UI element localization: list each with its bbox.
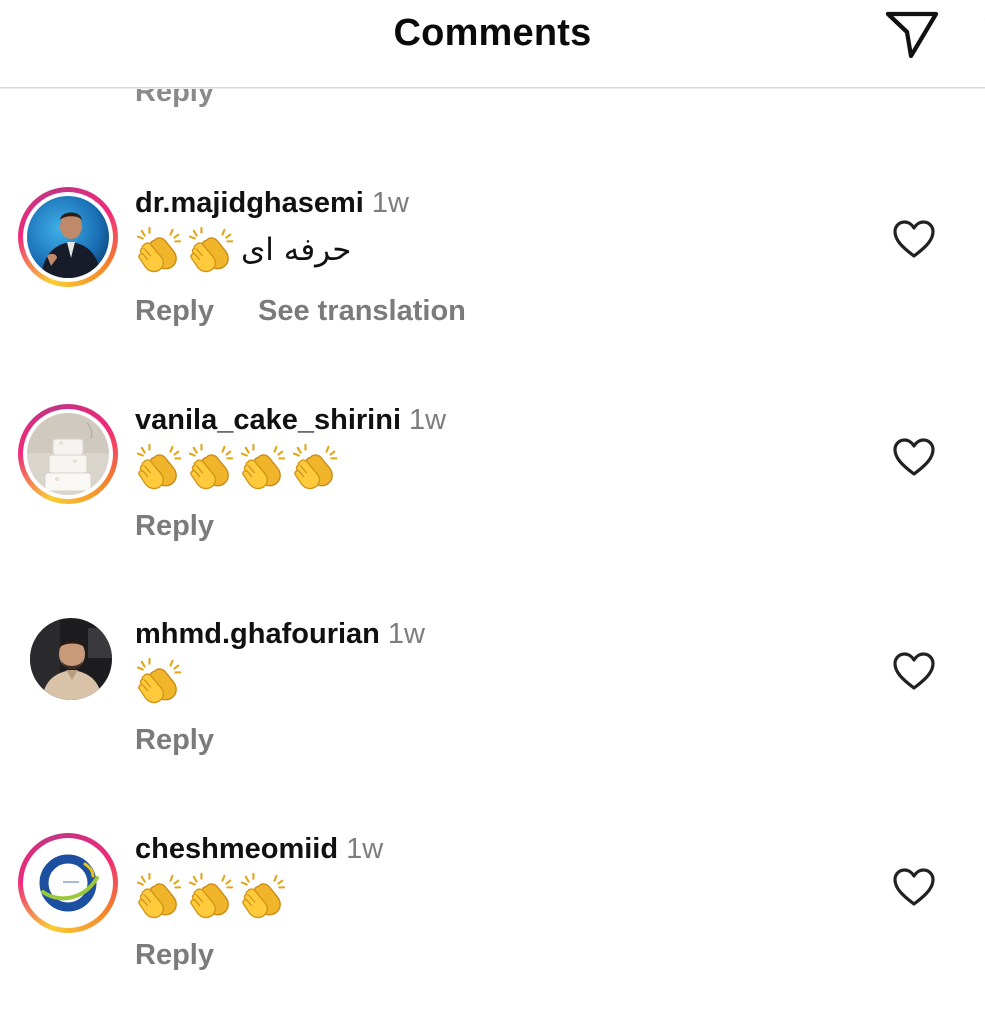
clapping-hands-emoji: [292, 444, 338, 490]
comment-header: dr.majidghasemi 1w: [135, 187, 409, 220]
heart-outline-icon: [893, 438, 935, 476]
clapping-hands-emoji: [188, 873, 234, 919]
comment-actions: Reply See translation: [135, 295, 466, 328]
heart-outline-icon: [893, 652, 935, 690]
comment-username[interactable]: vanila_cake_shirini: [135, 404, 401, 436]
avatar-story-ring[interactable]: [18, 833, 118, 933]
see-translation-button[interactable]: See translation: [258, 295, 466, 327]
comments-header: Comments: [0, 0, 985, 89]
comment-text: [135, 444, 343, 490]
reply-button[interactable]: Reply: [135, 510, 214, 542]
comment-text: [135, 658, 187, 704]
comment-username[interactable]: cheshmeomiid: [135, 833, 338, 865]
comment-time: 1w: [387, 618, 425, 650]
heart-outline-icon: [893, 220, 935, 258]
clapping-hands-emoji: [136, 873, 182, 919]
avatar-story-ring[interactable]: [18, 187, 118, 287]
reply-button[interactable]: Reply: [135, 939, 214, 971]
clapping-hands-emoji: [188, 444, 234, 490]
comment-body-text: حرفه ای: [241, 232, 352, 268]
clapping-hands-emoji: [188, 227, 234, 273]
clapping-hands-emoji: [136, 658, 182, 704]
like-button[interactable]: [888, 647, 940, 695]
share-button[interactable]: [880, 6, 944, 62]
like-button[interactable]: [888, 863, 940, 911]
like-button[interactable]: [888, 433, 940, 481]
comment-header: mhmd.ghafourian 1w: [135, 618, 425, 651]
comment-actions: Reply: [135, 724, 214, 757]
comment-username[interactable]: mhmd.ghafourian: [135, 618, 380, 650]
comment-text: حرفه ای: [135, 227, 351, 273]
clapping-hands-emoji: [136, 227, 182, 273]
comment-actions: Reply: [135, 510, 214, 543]
avatar[interactable]: [30, 618, 112, 700]
comment-text: [135, 873, 291, 919]
comment-time: 1w: [409, 404, 447, 436]
clapping-hands-emoji: [136, 444, 182, 490]
reply-button[interactable]: Reply: [135, 724, 214, 756]
comment-header: vanila_cake_shirini 1w: [135, 404, 446, 437]
paper-plane-icon: [885, 11, 939, 59]
avatar: [27, 413, 109, 495]
comments-sheet: Comments Reply dr.majidghasemi 1w حرفه ا…: [0, 0, 985, 1024]
heart-outline-icon: [893, 868, 935, 906]
comment-header: cheshmeomiid 1w: [135, 833, 383, 866]
comment-username[interactable]: dr.majidghasemi: [135, 187, 364, 219]
comment-time: 1w: [346, 833, 384, 865]
page-title: Comments: [393, 12, 592, 54]
reply-button[interactable]: Reply: [135, 295, 214, 327]
comment-time: 1w: [371, 187, 409, 219]
clapping-hands-emoji: [240, 873, 286, 919]
comment-actions: Reply: [135, 939, 214, 972]
clapping-hands-emoji: [240, 444, 286, 490]
avatar-story-ring[interactable]: [18, 404, 118, 504]
like-button[interactable]: [888, 215, 940, 263]
avatar: [27, 196, 109, 278]
avatar: [27, 842, 109, 924]
